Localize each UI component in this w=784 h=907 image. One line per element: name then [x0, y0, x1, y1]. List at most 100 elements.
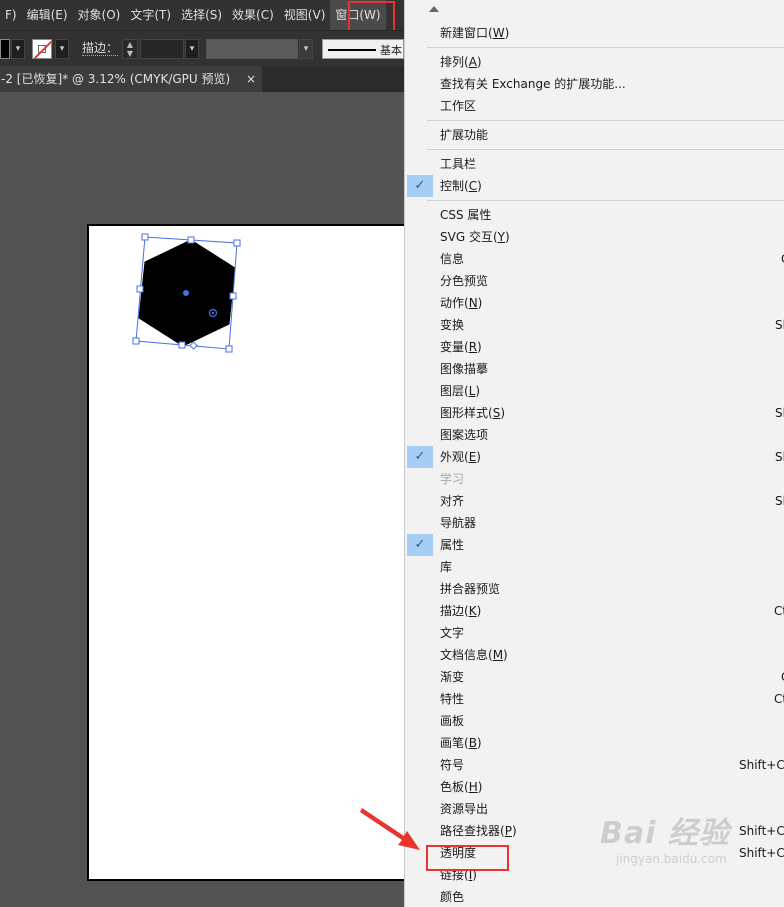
control-bar: ▾ ▾ 描边： ▲ ▼ ▾ ▾ 基本 [0, 30, 404, 66]
menu-separator [427, 47, 784, 48]
window-menu-item-label: 文字 [440, 626, 465, 640]
stroke-dropdown[interactable]: ▾ [55, 39, 69, 59]
handle [136, 285, 144, 293]
window-menu-item-label: 色板(H) [440, 780, 483, 794]
window-menu-item-label: 画笔(B) [440, 736, 482, 750]
brush-profile-select[interactable]: 基本 [322, 39, 404, 59]
checkmark-icon: ✓ [407, 534, 433, 556]
window-menu-item-label: 描边(K) [440, 604, 482, 618]
window-menu-item[interactable]: 导航器 [405, 512, 784, 534]
menu-item-3[interactable]: 文字(T) [125, 0, 176, 30]
window-menu-item[interactable]: 文字 [405, 622, 784, 644]
window-menu-item-shortcut: Shift+Ct [739, 846, 784, 860]
menu-bar: F) 编辑(E) 对象(O) 文字(T) 选择(S) 效果(C) 视图(V) 窗口(W) [0, 0, 404, 30]
document-tab-bar: -2 [已恢复]* @ 3.12% (CMYK/GPU 预览) × [0, 66, 404, 92]
window-menu-item[interactable]: 分色预览 [405, 270, 784, 292]
handle [229, 292, 237, 300]
window-menu-item[interactable]: 拼合器预览 [405, 578, 784, 600]
document-tab[interactable]: -2 [已恢复]* @ 3.12% (CMYK/GPU 预览) × [0, 66, 262, 92]
menu-separator [427, 200, 784, 201]
stroke-swatch[interactable] [32, 39, 52, 59]
window-menu-item[interactable]: 库 [405, 556, 784, 578]
window-menu-item[interactable]: 颜色 [405, 886, 784, 907]
window-menu-item[interactable]: 对齐 Sh [405, 490, 784, 512]
window-menu-item[interactable]: 图形样式(S) Sh [405, 402, 784, 424]
window-menu-item[interactable]: 色板(H) [405, 776, 784, 798]
window-menu-item-label: 图层(L) [440, 384, 481, 398]
window-menu-item-label: 工具栏 [440, 157, 477, 171]
window-menu-item[interactable]: ✓ 外观(E) Sh [405, 446, 784, 468]
window-menu-item[interactable]: 扩展功能 [405, 124, 784, 146]
stroke-weight-dropdown[interactable]: ▾ [185, 39, 199, 59]
window-menu-item[interactable]: 工作区 [405, 95, 784, 117]
window-menu-item[interactable]: 渐变C [405, 666, 784, 688]
window-menu-item-label: 渐变 [440, 670, 465, 684]
window-menu-item[interactable]: 工具栏 [405, 153, 784, 175]
canvas-area[interactable] [0, 92, 404, 907]
window-menu-item-label: 变量(R) [440, 340, 482, 354]
watermark: Bai 经验 jingyan.baidu.com [600, 808, 730, 866]
annotation-arrow-icon [360, 808, 420, 850]
fill-swatch[interactable] [0, 39, 10, 59]
window-menu-item[interactable]: 变量(R) [405, 336, 784, 358]
window-menu-item[interactable]: 信息C [405, 248, 784, 270]
menu-separator [427, 120, 784, 121]
window-menu-item[interactable]: 画板 [405, 710, 784, 732]
stroke-weight-stepper[interactable]: ▲ ▼ [122, 39, 138, 59]
checkmark-icon: ✓ [407, 175, 433, 197]
window-menu-item[interactable]: 新建窗口(W) [405, 22, 784, 44]
window-menu-item-label: 图像描摹 [440, 362, 489, 376]
window-menu-item[interactable]: SVG 交互(Y) [405, 226, 784, 248]
window-menu-item[interactable]: 符号 Shift+Ct [405, 754, 784, 776]
window-menu-item[interactable]: 排列(A) [405, 51, 784, 73]
window-menu-item-label: 变换 [440, 318, 465, 332]
window-menu-item-label: 动作(N) [440, 296, 483, 310]
menu-item-0[interactable]: F) [0, 0, 22, 30]
window-menu-item[interactable]: ✓ 属性 [405, 534, 784, 556]
window-menu-item[interactable]: 图像描摹 [405, 358, 784, 380]
document-tab-title: -2 [已恢复]* @ 3.12% (CMYK/GPU 预览) [1, 72, 231, 86]
anchor-handle [189, 341, 198, 350]
fill-dropdown[interactable]: ▾ [11, 39, 25, 59]
handle [178, 341, 186, 349]
scroll-up-arrow-icon[interactable] [429, 6, 439, 12]
window-menu-item-label: SVG 交互(Y) [440, 230, 510, 244]
window-menu-item-label: 分色预览 [440, 274, 489, 288]
menu-item-2[interactable]: 对象(O) [73, 0, 126, 30]
window-menu-item-shortcut: Sh [775, 494, 784, 508]
window-menu-item[interactable]: 文档信息(M) [405, 644, 784, 666]
window-menu-item[interactable]: 画笔(B) [405, 732, 784, 754]
window-menu-item[interactable]: 描边(K) Ct [405, 600, 784, 622]
window-menu-item-label: 符号 [440, 758, 465, 772]
window-menu-item-label: 控制(C) [440, 179, 482, 193]
menu-item-1[interactable]: 编辑(E) [22, 0, 73, 30]
window-menu-item-label: CSS 属性 [440, 208, 492, 222]
window-menu-item[interactable]: 查找有关 Exchange 的扩展功能... [405, 73, 784, 95]
window-menu-item-label: 路径查找器(P) [440, 824, 517, 838]
window-menu-item[interactable]: 动作(N) [405, 292, 784, 314]
center-point [183, 290, 189, 296]
stroke-label[interactable]: 描边： [82, 41, 119, 56]
window-menu-item-label: 图形样式(S) [440, 406, 505, 420]
variable-width-field[interactable] [206, 39, 298, 59]
window-menu-item-label: 查找有关 Exchange 的扩展功能... [440, 77, 626, 91]
window-menu-item-shortcut: Sh [775, 450, 784, 464]
window-menu-item[interactable]: CSS 属性 [405, 204, 784, 226]
menu-item-4[interactable]: 选择(S) [176, 0, 227, 30]
window-menu-item: 学习 [405, 468, 784, 490]
window-menu-item[interactable]: 图层(L) [405, 380, 784, 402]
stroke-weight-input[interactable] [140, 39, 184, 59]
window-menu-item[interactable]: 特性 Ct [405, 688, 784, 710]
rotation-origin-dot [211, 311, 215, 315]
window-menu-item[interactable]: 变换 Sh [405, 314, 784, 336]
menu-item-6[interactable]: 视图(V) [279, 0, 331, 30]
handle [225, 345, 233, 353]
close-icon[interactable]: × [246, 66, 256, 92]
window-menu-item[interactable]: 图案选项 [405, 424, 784, 446]
window-menu-item-label: 颜色 [440, 890, 465, 904]
selected-hexagon[interactable] [125, 226, 245, 361]
window-menu-item-label: 扩展功能 [440, 128, 489, 142]
variable-width-dropdown[interactable]: ▾ [299, 39, 313, 59]
window-menu-item[interactable]: ✓ 控制(C) [405, 175, 784, 197]
menu-item-5[interactable]: 效果(C) [227, 0, 279, 30]
